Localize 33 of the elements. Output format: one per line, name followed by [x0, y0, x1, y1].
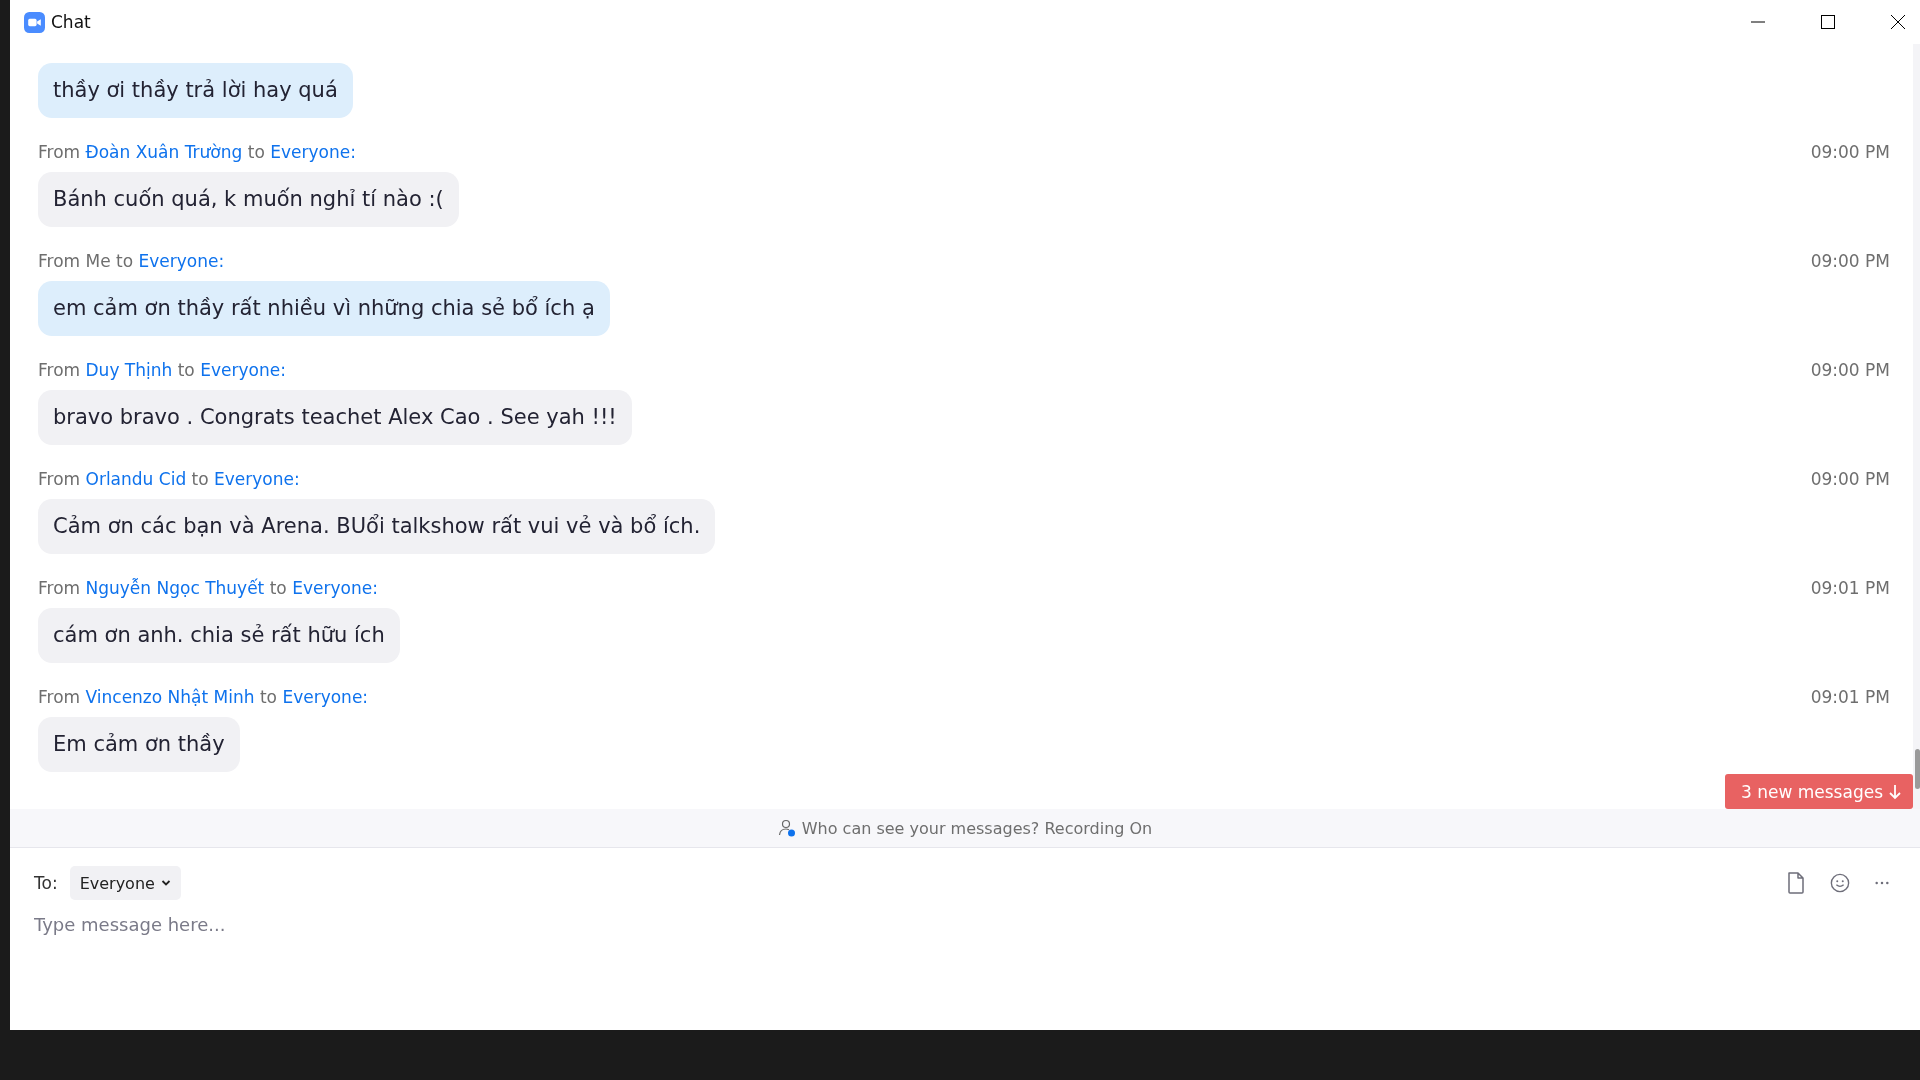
message-bubble: Cảm ơn các bạn và Arena. BUổi talkshow rất vui vẻ và bổ ích. [38, 499, 716, 554]
message-time: 09:00 PM [1810, 360, 1890, 380]
message-header: From Vincenzo Nhật Minh to Everyone: [38, 687, 370, 707]
message-header: From Me to Everyone: [38, 251, 226, 271]
scrollbar-thumb[interactable] [1915, 749, 1920, 789]
close-button[interactable] [1890, 14, 1906, 30]
to-label: To: [34, 873, 58, 893]
message-bubble: em cảm ơn thầy rất nhiều vì những chia sẻ bổ ích ạ [38, 281, 610, 336]
person-icon [777, 819, 796, 837]
message-header: From Orlandu Cid to Everyone: [38, 469, 301, 489]
message-time: 09:01 PM [1810, 687, 1890, 707]
message-bubble: cám ơn anh. chia sẻ rất hữu ích [38, 608, 400, 663]
message-bubble: Bánh cuốn quá, k muốn nghỉ tí nào :( [38, 172, 459, 227]
emoji-icon[interactable] [1830, 872, 1850, 894]
caret-icon [160, 878, 171, 888]
window-title: Chat [51, 12, 91, 32]
message-bubble: thầy ơi thầy trả lời hay quá [38, 63, 353, 118]
message-time: 09:01 PM [1810, 578, 1890, 598]
message-header: From Nguyễn Ngọc Thuyết to Everyone: [38, 578, 379, 598]
file-icon[interactable] [1786, 872, 1806, 894]
message-bubble: bravo bravo . Congrats teachet Alex Cao . See yah !!! [38, 390, 632, 445]
message-time: 09:00 PM [1810, 251, 1890, 271]
message-time: 09:00 PM [1810, 142, 1890, 162]
down-arrow-icon [1889, 783, 1901, 800]
privacy-notice: Who can see your messages? Recording On [801, 818, 1153, 838]
message-header: From Đoàn Xuân Trường to Everyone: [38, 142, 357, 162]
video-camera-icon [24, 11, 45, 33]
message-bubble: Em cảm ơn thầy [38, 717, 240, 772]
message-time: 09:00 PM [1810, 469, 1890, 489]
more-icon[interactable] [1874, 880, 1890, 886]
recipient-dropdown[interactable]: Everyone [69, 866, 181, 900]
message-header: From Duy Thịnh to Everyone: [38, 360, 287, 380]
maximize-button[interactable] [1820, 14, 1836, 30]
